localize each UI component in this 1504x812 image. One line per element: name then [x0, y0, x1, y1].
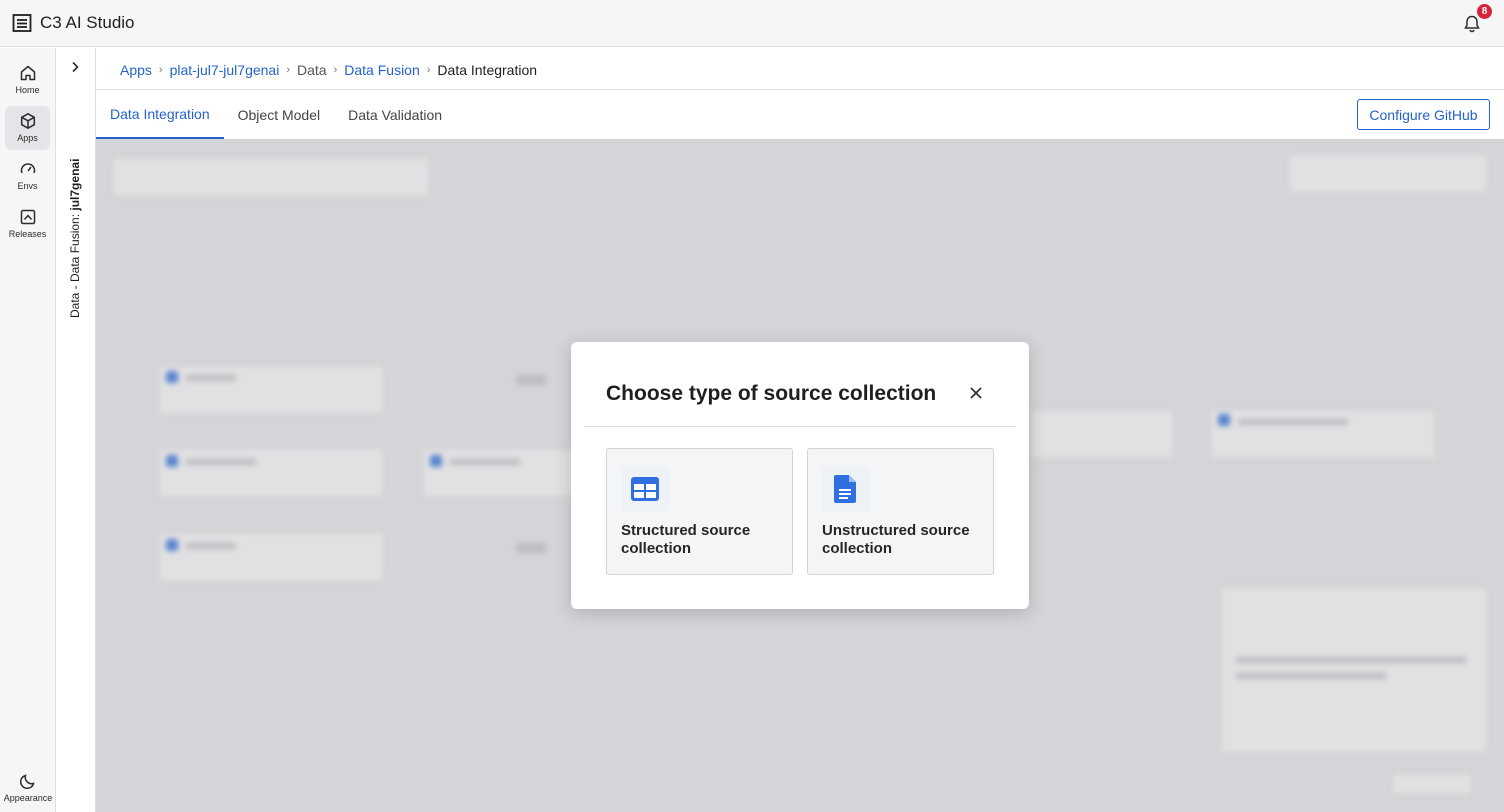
- tab-data-integration[interactable]: Data Integration: [96, 90, 224, 139]
- tab-data-validation[interactable]: Data Validation: [334, 90, 456, 139]
- left-nav-rail: Home Apps Envs Releases Appearance: [0, 48, 56, 812]
- unstructured-source-option[interactable]: Unstructured source collection: [807, 448, 994, 575]
- table-icon: [631, 477, 659, 501]
- rail-item-home[interactable]: Home: [5, 58, 50, 102]
- context-label: Data - Data Fusion: jul7genai: [68, 159, 82, 318]
- rail-label-envs: Envs: [17, 181, 38, 191]
- breadcrumb-current: Data Integration: [437, 62, 538, 78]
- context-side-panel: Data - Data Fusion: jul7genai: [56, 48, 96, 812]
- context-prefix: Data - Data Fusion:: [68, 210, 82, 318]
- home-icon: [20, 65, 35, 81]
- configure-github-button[interactable]: Configure GitHub: [1357, 99, 1490, 130]
- c3-logo-icon[interactable]: [12, 13, 32, 33]
- breadcrumb-data-fusion[interactable]: Data Fusion: [344, 62, 419, 78]
- top-bar: C3 AI Studio 8: [0, 0, 1504, 47]
- chevron-right-icon[interactable]: [68, 60, 82, 74]
- option-icon-box: [822, 467, 870, 511]
- cube-icon: [20, 113, 35, 129]
- rail-label-appearance: Appearance: [3, 793, 53, 803]
- dialog-title: Choose type of source collection: [606, 382, 937, 405]
- breadcrumb-data: Data: [297, 62, 327, 78]
- chart-box-icon: [20, 209, 35, 225]
- document-icon: [834, 475, 856, 503]
- moon-icon: [19, 774, 35, 790]
- tab-object-model[interactable]: Object Model: [224, 90, 334, 139]
- breadcrumb: Apps › plat-jul7-jul7genai › Data › Data…: [120, 62, 537, 78]
- gauge-icon: [20, 163, 35, 174]
- context-env: jul7genai: [68, 158, 82, 211]
- structured-source-option[interactable]: Structured source collection: [606, 448, 793, 575]
- breadcrumb-separator-icon: ›: [286, 64, 291, 76]
- dialog-divider: [585, 426, 1015, 427]
- rail-item-releases[interactable]: Releases: [5, 202, 50, 246]
- breadcrumb-separator-icon: ›: [158, 64, 163, 76]
- rail-label-releases: Releases: [8, 229, 47, 239]
- notification-count-badge: 8: [1477, 4, 1492, 19]
- rail-item-apps[interactable]: Apps: [5, 106, 50, 150]
- choose-source-collection-dialog: Choose type of source collection Structu…: [571, 342, 1029, 609]
- unstructured-option-label: Unstructured source collection: [822, 522, 970, 557]
- structured-option-label: Structured source collection: [621, 522, 751, 557]
- rail-item-appearance[interactable]: Appearance: [0, 766, 56, 810]
- option-icon-box: [621, 467, 669, 511]
- rail-label-home: Home: [15, 85, 40, 95]
- breadcrumb-separator-icon: ›: [426, 64, 431, 76]
- breadcrumb-app[interactable]: plat-jul7-jul7genai: [170, 62, 280, 78]
- tab-bar: Data Integration Object Model Data Valid…: [96, 90, 456, 139]
- breadcrumb-separator-icon: ›: [333, 64, 338, 76]
- rail-item-envs[interactable]: Envs: [5, 154, 50, 198]
- close-icon[interactable]: [967, 384, 985, 402]
- rail-label-apps: Apps: [17, 133, 38, 143]
- breadcrumb-apps[interactable]: Apps: [120, 62, 152, 78]
- app-title: C3 AI Studio: [40, 13, 135, 32]
